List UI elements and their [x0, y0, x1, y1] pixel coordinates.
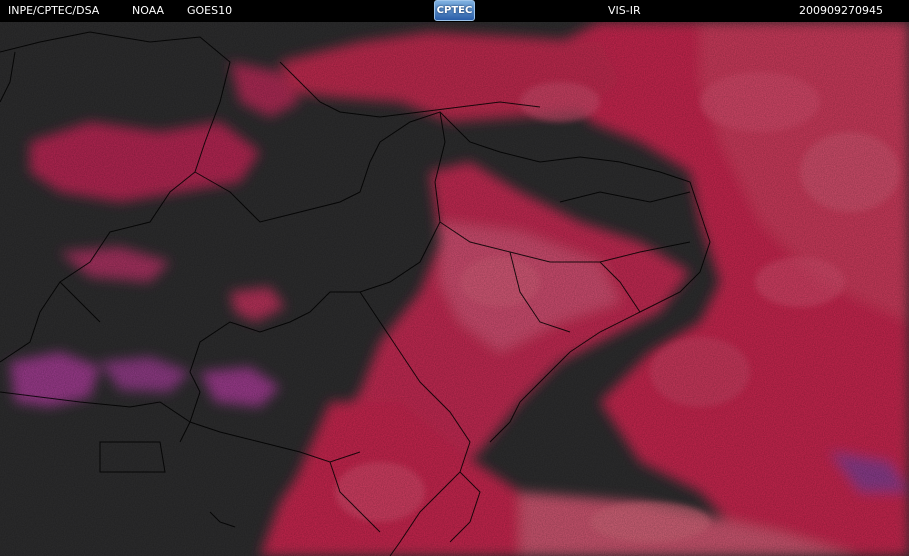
cptec-logo: CPTEC	[434, 0, 475, 21]
image-header: INPE/CPTEC/DSA NOAA GOES10 CPTEC VIS-IR …	[0, 0, 909, 22]
satellite-label: GOES10	[187, 4, 233, 17]
image-grain	[0, 22, 909, 556]
agency-label: INPE/CPTEC/DSA	[8, 4, 100, 17]
channel-label: VIS-IR	[608, 4, 641, 17]
source-label: NOAA	[132, 4, 165, 17]
satellite-map-svg	[0, 22, 909, 556]
satellite-image	[0, 22, 909, 556]
timestamp-label: 200909270945	[799, 4, 883, 17]
